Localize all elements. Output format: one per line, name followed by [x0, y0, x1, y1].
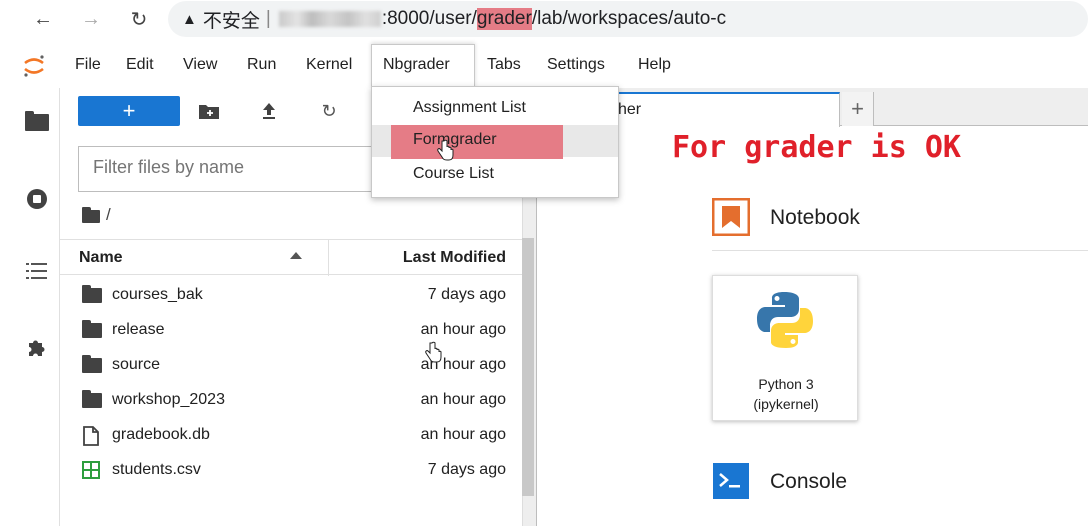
file-row[interactable]: release an hour ago	[60, 313, 522, 348]
kernel-name: Python 3	[758, 376, 814, 392]
breadcrumb[interactable]: /	[82, 204, 111, 226]
insecure-label: 不安全	[202, 10, 260, 32]
menu-kernel[interactable]: Kernel	[306, 56, 352, 74]
menu-file[interactable]: File	[75, 56, 101, 74]
address-bar[interactable]: ▲ 不安全 | :8000/user/ grader /lab/workspac…	[168, 1, 1088, 37]
file-row[interactable]: source an hour ago	[60, 348, 522, 383]
python3-kernel-card[interactable]: Python 3 (ipykernel)	[712, 275, 858, 421]
menu-item-formgrader[interactable]: Formgrader	[372, 125, 618, 161]
new-folder-icon[interactable]	[198, 100, 220, 122]
file-name: gradebook.db	[112, 426, 210, 443]
menu-nbgrader[interactable]: Nbgrader	[383, 56, 450, 74]
file-row[interactable]: courses_bak 7 days ago	[60, 278, 522, 313]
hand-cursor-icon	[437, 139, 454, 161]
menu-item-label: Formgrader	[413, 131, 497, 148]
redacted-host	[278, 11, 381, 27]
menu-run[interactable]: Run	[247, 56, 276, 74]
file-browser-scrollbar-thumb[interactable]	[522, 238, 534, 496]
file-name: release	[112, 321, 165, 338]
file-name: students.csv	[112, 461, 201, 478]
folder-icon	[82, 320, 104, 339]
python-logo-icon	[757, 292, 813, 348]
sort-ascending-icon[interactable]	[290, 252, 302, 259]
forward-arrow-icon[interactable]: →	[76, 4, 106, 34]
jupyter-logo-icon	[24, 55, 44, 77]
folder-icon	[82, 355, 104, 374]
file-name: courses_bak	[112, 286, 203, 303]
menu-tabs[interactable]: Tabs	[487, 56, 521, 74]
url-separator: |	[265, 8, 271, 29]
file-name: workshop_2023	[112, 391, 225, 408]
running-kernels-icon[interactable]	[24, 186, 50, 212]
annotation-text: For grader is OK	[672, 130, 961, 165]
hand-cursor-icon	[425, 341, 442, 363]
file-modified: an hour ago	[420, 426, 506, 443]
folder-icon	[82, 285, 104, 304]
column-divider[interactable]	[328, 240, 329, 276]
menu-view[interactable]: View	[183, 56, 217, 74]
file-row[interactable]: students.csv 7 days ago	[60, 453, 522, 488]
file-name: source	[112, 356, 161, 373]
left-activity-bar	[0, 88, 60, 526]
reload-icon[interactable]: ↻	[124, 4, 154, 34]
upload-icon[interactable]	[258, 100, 280, 122]
file-list-header: Name Last Modified	[60, 239, 522, 276]
console-section-icon	[712, 462, 750, 500]
console-section-title: Console	[770, 470, 848, 493]
breadcrumb-root[interactable]: /	[106, 205, 111, 225]
warning-icon: ▲	[182, 10, 197, 28]
file-modified: an hour ago	[420, 321, 506, 338]
tab-launcher-label: her	[618, 101, 642, 118]
url-path-rest: /lab/workspaces/auto-c	[531, 8, 727, 29]
notebook-section-title: Notebook	[770, 206, 860, 229]
file-modified: 7 days ago	[427, 286, 506, 303]
menu-settings[interactable]: Settings	[547, 56, 605, 74]
menu-item-label: Assignment List	[413, 99, 526, 116]
url-highlight: grader	[476, 8, 532, 30]
url-port-path: :8000/user/	[381, 8, 477, 29]
section-divider	[712, 250, 1088, 251]
menu-help[interactable]: Help	[638, 56, 671, 74]
file-modified: 7 days ago	[427, 461, 506, 478]
file-modified: an hour ago	[420, 391, 506, 408]
spreadsheet-icon	[82, 461, 104, 479]
column-name[interactable]: Name	[79, 249, 123, 267]
table-of-contents-icon[interactable]	[24, 258, 50, 284]
column-last-modified[interactable]: Last Modified	[403, 249, 506, 267]
back-arrow-icon[interactable]: ←	[28, 4, 58, 34]
extension-puzzle-icon[interactable]	[24, 334, 50, 360]
file-row[interactable]: gradebook.db an hour ago	[60, 418, 522, 453]
notebook-section-icon	[712, 198, 750, 236]
filter-files-input[interactable]: Filter files by name	[78, 146, 378, 192]
menubar: File Edit View Run Kernel Nbgrader Tabs …	[0, 44, 1088, 88]
menu-edit[interactable]: Edit	[126, 56, 154, 74]
file-row[interactable]: workshop_2023 an hour ago	[60, 383, 522, 418]
folder-icon[interactable]	[24, 108, 50, 134]
menu-item-assignment-list[interactable]: Assignment List	[372, 93, 618, 125]
browser-toolbar: ← → ↻ ▲ 不安全 | :8000/user/ grader /lab/wo…	[0, 0, 1088, 38]
refresh-icon[interactable]: ↻	[318, 100, 340, 122]
kernel-subname: (ipykernel)	[753, 396, 819, 412]
file-icon	[82, 426, 104, 446]
folder-icon	[82, 390, 104, 409]
add-tab-button[interactable]: +	[842, 92, 874, 126]
new-launcher-button[interactable]: +	[78, 96, 180, 126]
menu-item-label: Course List	[413, 165, 494, 182]
nbgrader-dropdown-menu: Assignment List Formgrader Course List	[371, 86, 619, 198]
home-folder-icon	[82, 206, 100, 223]
menu-item-course-list[interactable]: Course List	[372, 159, 618, 191]
